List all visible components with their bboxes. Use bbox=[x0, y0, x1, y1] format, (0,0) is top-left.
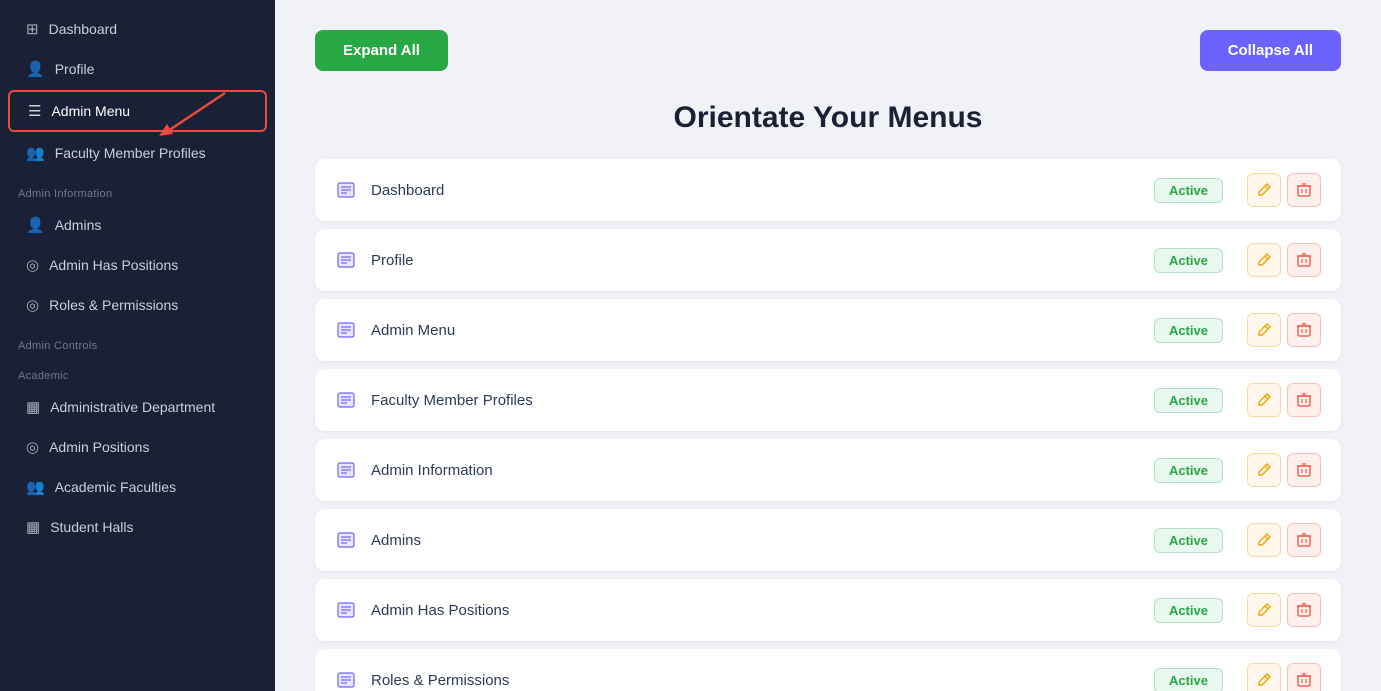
sidebar: ⊞ Dashboard 👤 Profile ☰ Admin Menu 👥 Fac… bbox=[0, 0, 275, 691]
status-badge: Active bbox=[1154, 458, 1223, 483]
row-actions bbox=[1247, 453, 1321, 487]
menu-row-icon bbox=[335, 601, 357, 619]
status-badge: Active bbox=[1154, 388, 1223, 413]
sidebar-item-admin-positions[interactable]: ◎ Admin Positions bbox=[8, 428, 267, 466]
row-actions bbox=[1247, 313, 1321, 347]
menu-row-label: Admin Menu bbox=[371, 322, 1140, 339]
menu-row-icon bbox=[335, 251, 357, 269]
profile-icon: 👤 bbox=[26, 60, 45, 78]
menu-list: Dashboard Active bbox=[315, 159, 1341, 691]
menu-row: Admin Has Positions Active bbox=[315, 579, 1341, 641]
menu-row: Roles & Permissions Active bbox=[315, 649, 1341, 691]
menu-row-icon bbox=[335, 181, 357, 199]
admin-menu-icon: ☰ bbox=[28, 102, 41, 120]
status-badge: Active bbox=[1154, 248, 1223, 273]
menu-row-label: Profile bbox=[371, 252, 1140, 269]
sidebar-label-profile: Profile bbox=[55, 61, 95, 77]
sidebar-item-student-halls[interactable]: ▦ Student Halls bbox=[8, 508, 267, 546]
status-badge: Active bbox=[1154, 178, 1223, 203]
menu-row: Faculty Member Profiles Active bbox=[315, 369, 1341, 431]
delete-button[interactable] bbox=[1287, 523, 1321, 557]
sidebar-item-admin-has-positions[interactable]: ◎ Admin Has Positions bbox=[8, 246, 267, 284]
menu-row: Admins Active bbox=[315, 509, 1341, 571]
delete-button[interactable] bbox=[1287, 313, 1321, 347]
student-halls-icon: ▦ bbox=[26, 518, 40, 536]
sidebar-label-dashboard: Dashboard bbox=[49, 21, 118, 37]
admin-dept-icon: ▦ bbox=[26, 398, 40, 416]
row-actions bbox=[1247, 383, 1321, 417]
menu-row-icon bbox=[335, 531, 357, 549]
delete-button[interactable] bbox=[1287, 243, 1321, 277]
status-badge: Active bbox=[1154, 668, 1223, 691]
sidebar-label-admin-menu: Admin Menu bbox=[51, 103, 130, 119]
section-academic: Academic bbox=[0, 356, 275, 386]
edit-button[interactable] bbox=[1247, 313, 1281, 347]
delete-button[interactable] bbox=[1287, 173, 1321, 207]
sidebar-label-admin-dept: Administrative Department bbox=[50, 399, 215, 415]
menu-row-label: Admins bbox=[371, 532, 1140, 549]
dashboard-icon: ⊞ bbox=[26, 20, 39, 38]
collapse-all-button[interactable]: Collapse All bbox=[1200, 30, 1341, 71]
row-actions bbox=[1247, 243, 1321, 277]
status-badge: Active bbox=[1154, 598, 1223, 623]
faculty-icon: 👥 bbox=[26, 144, 45, 162]
section-admin-information: Admin Information bbox=[0, 174, 275, 204]
expand-all-button[interactable]: Expand All bbox=[315, 30, 448, 71]
edit-button[interactable] bbox=[1247, 523, 1281, 557]
sidebar-label-admins: Admins bbox=[55, 217, 102, 233]
sidebar-item-dashboard[interactable]: ⊞ Dashboard bbox=[8, 10, 267, 48]
menu-row-icon bbox=[335, 671, 357, 689]
sidebar-label-admin-positions: Admin Positions bbox=[49, 439, 149, 455]
menu-row-icon bbox=[335, 391, 357, 409]
row-actions bbox=[1247, 523, 1321, 557]
delete-button[interactable] bbox=[1287, 593, 1321, 627]
academic-faculties-icon: 👥 bbox=[26, 478, 45, 496]
menu-row-icon bbox=[335, 321, 357, 339]
status-badge: Active bbox=[1154, 318, 1223, 343]
sidebar-label-admin-has-positions: Admin Has Positions bbox=[49, 257, 178, 273]
delete-button[interactable] bbox=[1287, 383, 1321, 417]
menu-row-label: Roles & Permissions bbox=[371, 672, 1140, 689]
admin-has-positions-icon: ◎ bbox=[26, 256, 39, 274]
sidebar-item-profile[interactable]: 👤 Profile bbox=[8, 50, 267, 88]
admin-positions-icon: ◎ bbox=[26, 438, 39, 456]
section-admin-controls: Admin Controls bbox=[0, 326, 275, 356]
sidebar-item-academic-faculties[interactable]: 👥 Academic Faculties bbox=[8, 468, 267, 506]
top-bar: Expand All Collapse All bbox=[315, 30, 1341, 71]
menu-row: Admin Menu Active bbox=[315, 299, 1341, 361]
menu-row: Dashboard Active bbox=[315, 159, 1341, 221]
row-actions bbox=[1247, 173, 1321, 207]
roles-icon: ◎ bbox=[26, 296, 39, 314]
sidebar-item-admins[interactable]: 👤 Admins bbox=[8, 206, 267, 244]
menu-row: Profile Active bbox=[315, 229, 1341, 291]
sidebar-label-academic-faculties: Academic Faculties bbox=[55, 479, 176, 495]
edit-button[interactable] bbox=[1247, 173, 1281, 207]
delete-button[interactable] bbox=[1287, 453, 1321, 487]
menu-row-label: Dashboard bbox=[371, 182, 1140, 199]
admins-icon: 👤 bbox=[26, 216, 45, 234]
menu-row-icon bbox=[335, 461, 357, 479]
sidebar-label-roles: Roles & Permissions bbox=[49, 297, 178, 313]
menu-row-label: Admin Has Positions bbox=[371, 602, 1140, 619]
sidebar-item-administrative-department[interactable]: ▦ Administrative Department bbox=[8, 388, 267, 426]
row-actions bbox=[1247, 593, 1321, 627]
sidebar-item-faculty-member-profiles[interactable]: 👥 Faculty Member Profiles bbox=[8, 134, 267, 172]
sidebar-item-admin-menu[interactable]: ☰ Admin Menu bbox=[8, 90, 267, 132]
sidebar-label-faculty: Faculty Member Profiles bbox=[55, 145, 206, 161]
menu-row-label: Faculty Member Profiles bbox=[371, 392, 1140, 409]
edit-button[interactable] bbox=[1247, 593, 1281, 627]
sidebar-label-student-halls: Student Halls bbox=[50, 519, 133, 535]
row-actions bbox=[1247, 663, 1321, 691]
page-title: Orientate Your Menus bbox=[315, 101, 1341, 135]
edit-button[interactable] bbox=[1247, 383, 1281, 417]
status-badge: Active bbox=[1154, 528, 1223, 553]
delete-button[interactable] bbox=[1287, 663, 1321, 691]
main-content: Expand All Collapse All Orientate Your M… bbox=[275, 0, 1381, 691]
menu-row: Admin Information Active bbox=[315, 439, 1341, 501]
menu-row-label: Admin Information bbox=[371, 462, 1140, 479]
sidebar-item-roles-permissions[interactable]: ◎ Roles & Permissions bbox=[8, 286, 267, 324]
edit-button[interactable] bbox=[1247, 453, 1281, 487]
edit-button[interactable] bbox=[1247, 243, 1281, 277]
edit-button[interactable] bbox=[1247, 663, 1281, 691]
